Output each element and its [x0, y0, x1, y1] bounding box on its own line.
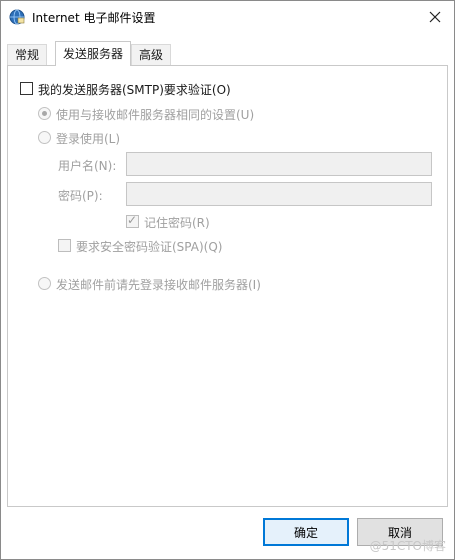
outgoing-server-panel: 我的发送服务器(SMTP)要求验证(O) 使用与接收邮件服务器相同的设置(U) …	[7, 65, 448, 507]
email-settings-dialog: Internet 电子邮件设置 常规 发送服务器 高级 我的发送服务器(SMTP…	[0, 0, 455, 560]
log-on-using-radio[interactable]	[38, 131, 51, 144]
password-label: 密码(P):	[58, 189, 103, 203]
username-input[interactable]	[126, 152, 432, 176]
spa-label: 要求安全密码验证(SPA)(Q)	[76, 240, 223, 254]
smtp-auth-label: 我的发送服务器(SMTP)要求验证(O)	[38, 83, 231, 97]
use-same-settings-radio[interactable]	[38, 107, 51, 120]
checkmark-icon: ✓	[127, 213, 138, 227]
remember-password-label: 记住密码(R)	[144, 216, 210, 230]
password-input[interactable]	[126, 182, 432, 206]
log-on-using-label: 登录使用(L)	[56, 132, 121, 146]
watermark: @51CTO博客	[369, 539, 446, 553]
window-title: Internet 电子邮件设置	[32, 11, 156, 25]
tab-strip: 常规 发送服务器 高级	[7, 41, 447, 66]
tab-advanced[interactable]: 高级	[131, 44, 172, 66]
spa-checkbox[interactable]	[58, 239, 71, 252]
log-on-before-send-radio[interactable]	[38, 277, 51, 290]
close-icon	[429, 11, 441, 23]
log-on-before-send-label: 发送邮件前请先登录接收邮件服务器(I)	[56, 278, 261, 292]
tab-outgoing-server[interactable]: 发送服务器	[55, 41, 132, 66]
close-button[interactable]	[422, 5, 448, 29]
title-bar: Internet 电子邮件设置	[1, 1, 454, 33]
globe-mail-icon	[9, 9, 25, 25]
smtp-auth-checkbox[interactable]	[20, 82, 33, 95]
use-same-settings-label: 使用与接收邮件服务器相同的设置(U)	[56, 108, 255, 122]
ok-button[interactable]: 确定	[263, 518, 349, 546]
username-label: 用户名(N):	[58, 159, 117, 173]
tab-general[interactable]: 常规	[7, 44, 48, 66]
remember-password-checkbox[interactable]: ✓	[126, 213, 139, 228]
